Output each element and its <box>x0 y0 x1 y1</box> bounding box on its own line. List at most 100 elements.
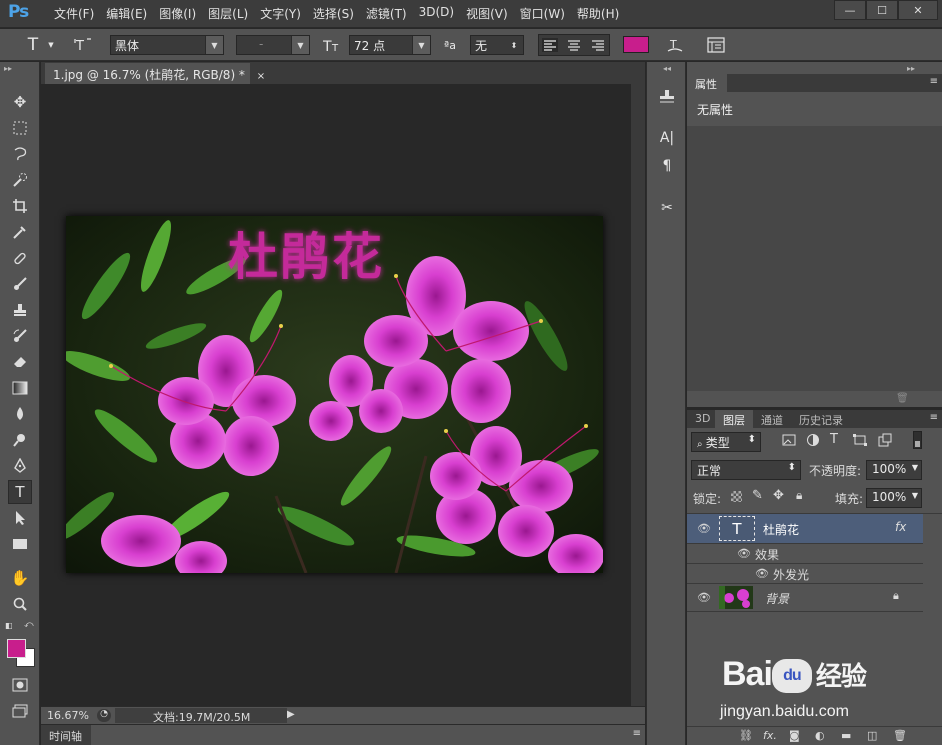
visibility-eye-icon[interactable]: 👁︎ <box>755 567 769 580</box>
zoom-level[interactable]: 16.67% <box>47 709 89 722</box>
menu-select[interactable]: 选择(S) <box>307 5 360 22</box>
maximize-button[interactable]: ☐ <box>866 0 898 20</box>
menu-help[interactable]: 帮助(H) <box>571 5 625 22</box>
fill-input[interactable]: 100% ▼ <box>866 488 922 508</box>
layer-filter-select[interactable]: ⌕ 类型 ⬍ <box>691 432 761 452</box>
crop-tool-icon[interactable] <box>8 194 32 218</box>
blur-tool-icon[interactable] <box>8 402 32 426</box>
menu-layer[interactable]: 图层(L) <box>202 5 254 22</box>
tool-presets-icon[interactable] <box>656 85 678 107</box>
minimize-button[interactable]: — <box>834 0 866 20</box>
menu-filter[interactable]: 滤镜(T) <box>360 5 413 22</box>
document-image[interactable]: 杜鹃花 <box>66 216 603 573</box>
path-selection-tool-icon[interactable] <box>8 506 32 530</box>
status-menu-icon[interactable]: ◔ <box>97 709 111 722</box>
collapse-icon[interactable]: ▸▸ <box>4 64 12 73</box>
default-colors-icon[interactable]: ◧ <box>5 621 13 630</box>
tab-layers[interactable]: 图层 <box>715 410 753 428</box>
overlay-text-layer[interactable]: 杜鹃花 <box>228 228 384 286</box>
visibility-eye-icon[interactable]: 👁︎ <box>697 591 711 604</box>
antialias-select[interactable]: 无 ⬍ <box>470 35 524 55</box>
chevron-down-icon[interactable]: ▼ <box>46 35 56 55</box>
character-panel-icon[interactable] <box>704 35 728 55</box>
swap-colors-icon[interactable]: ⤺ <box>24 620 34 630</box>
font-family-select[interactable]: 黑体 ▼ <box>110 35 224 55</box>
align-right-icon[interactable] <box>590 38 606 52</box>
foreground-color-swatch[interactable] <box>7 639 26 658</box>
clone-stamp-tool-icon[interactable] <box>8 298 32 322</box>
panel-menu-icon[interactable]: ≡ <box>633 728 641 739</box>
document-tab[interactable]: 1.jpg @ 16.7% (杜鹃花, RGB/8) * × <box>45 63 265 84</box>
menu-window[interactable]: 窗口(W) <box>514 5 571 22</box>
lock-all-icon[interactable]: 🔒︎ <box>796 488 802 503</box>
fx-icon[interactable]: fx. <box>763 729 777 742</box>
marquee-tool-icon[interactable] <box>8 116 32 140</box>
visibility-eye-icon[interactable]: 👁︎ <box>737 547 751 560</box>
filter-pixel-icon[interactable] <box>782 434 796 446</box>
trash-icon[interactable]: 🗑 <box>893 729 907 742</box>
menu-edit[interactable]: 编辑(E) <box>100 5 153 22</box>
layer-effects-row[interactable]: 👁︎ 效果 <box>687 544 923 564</box>
screen-mode-icon[interactable] <box>8 699 32 723</box>
quick-selection-tool-icon[interactable] <box>8 168 32 192</box>
status-arrow-icon[interactable]: ▶ <box>287 709 295 720</box>
dodge-tool-icon[interactable] <box>8 428 32 452</box>
move-tool-icon[interactable]: ✥ <box>8 90 32 114</box>
layer-row-text[interactable]: 👁︎ T 杜鹃花 fx <box>687 514 923 544</box>
lock-transparent-icon[interactable] <box>731 491 742 502</box>
layer-effect-outer-glow-row[interactable]: 👁︎ 外发光 <box>687 564 923 584</box>
lasso-tool-icon[interactable] <box>8 142 32 166</box>
pen-tool-icon[interactable] <box>8 454 32 478</box>
paragraph-icon[interactable]: ¶ <box>656 155 678 177</box>
filter-adjustment-icon[interactable] <box>806 433 820 447</box>
collapse-icon[interactable]: ▸▸ <box>907 64 915 73</box>
menu-file[interactable]: 文件(F) <box>48 5 100 22</box>
menu-image[interactable]: 图像(I) <box>153 5 202 22</box>
align-center-icon[interactable] <box>566 38 582 52</box>
menu-type[interactable]: 文字(Y) <box>254 5 307 22</box>
gradient-tool-icon[interactable] <box>8 376 32 400</box>
layer-name[interactable]: 杜鹃花 <box>763 521 799 538</box>
tools-scissors-icon[interactable]: ✂ <box>656 197 678 219</box>
new-layer-icon[interactable]: ◫ <box>867 729 877 742</box>
tab-3d[interactable]: 3D <box>687 410 718 428</box>
vertical-scrollbar[interactable] <box>631 84 645 706</box>
layer-name[interactable]: 背景 <box>765 590 789 607</box>
history-brush-tool-icon[interactable] <box>8 324 32 348</box>
menu-view[interactable]: 视图(V) <box>460 5 514 22</box>
brush-tool-icon[interactable] <box>8 272 32 296</box>
font-size-select[interactable]: 72 点 ▼ <box>349 35 431 55</box>
eyedropper-tool-icon[interactable] <box>8 220 32 244</box>
link-icon[interactable]: ⛓ <box>739 729 753 742</box>
lock-position-icon[interactable]: ✥ <box>773 488 784 503</box>
visibility-eye-icon[interactable]: 👁︎ <box>697 522 711 535</box>
rectangle-tool-icon[interactable] <box>8 532 32 556</box>
filter-toggle-switch[interactable] <box>913 431 922 449</box>
layer-row-background[interactable]: 👁︎ 背景 🔒︎ <box>687 584 923 612</box>
filter-shape-icon[interactable] <box>853 434 867 446</box>
blend-mode-select[interactable]: 正常 ⬍ <box>691 460 801 480</box>
toggle-text-orientation-icon[interactable]: T <box>72 35 94 55</box>
eraser-tool-icon[interactable] <box>8 350 32 374</box>
menu-3d[interactable]: 3D(D) <box>413 5 460 22</box>
font-style-select[interactable]: - ▼ <box>236 35 310 55</box>
healing-brush-tool-icon[interactable] <box>8 246 32 270</box>
hand-tool-icon[interactable]: ✋ <box>8 566 32 590</box>
character-icon[interactable]: A| <box>656 127 678 149</box>
align-left-icon[interactable] <box>542 38 558 52</box>
expand-icon[interactable]: ◂◂ <box>663 64 671 73</box>
filter-type-icon[interactable]: T <box>830 432 838 447</box>
close-window-button[interactable]: ✕ <box>898 0 938 20</box>
zoom-tool-icon[interactable] <box>8 592 32 616</box>
type-tool-preset-icon[interactable]: T <box>22 35 44 55</box>
timeline-tab[interactable]: 时间轴 <box>41 725 91 745</box>
adjustment-icon[interactable]: ◐ <box>815 729 825 742</box>
type-tool-icon[interactable]: T <box>8 480 32 504</box>
panel-menu-icon[interactable]: ≡ <box>930 76 938 87</box>
folder-icon[interactable]: ▬ <box>841 729 851 742</box>
mask-icon[interactable]: ◙ <box>789 729 800 742</box>
trash-icon[interactable]: 🗑 <box>896 393 909 404</box>
lock-pixels-icon[interactable]: ✎ <box>752 488 763 503</box>
filter-smart-object-icon[interactable] <box>878 433 892 447</box>
fx-icon[interactable]: fx <box>895 520 906 534</box>
